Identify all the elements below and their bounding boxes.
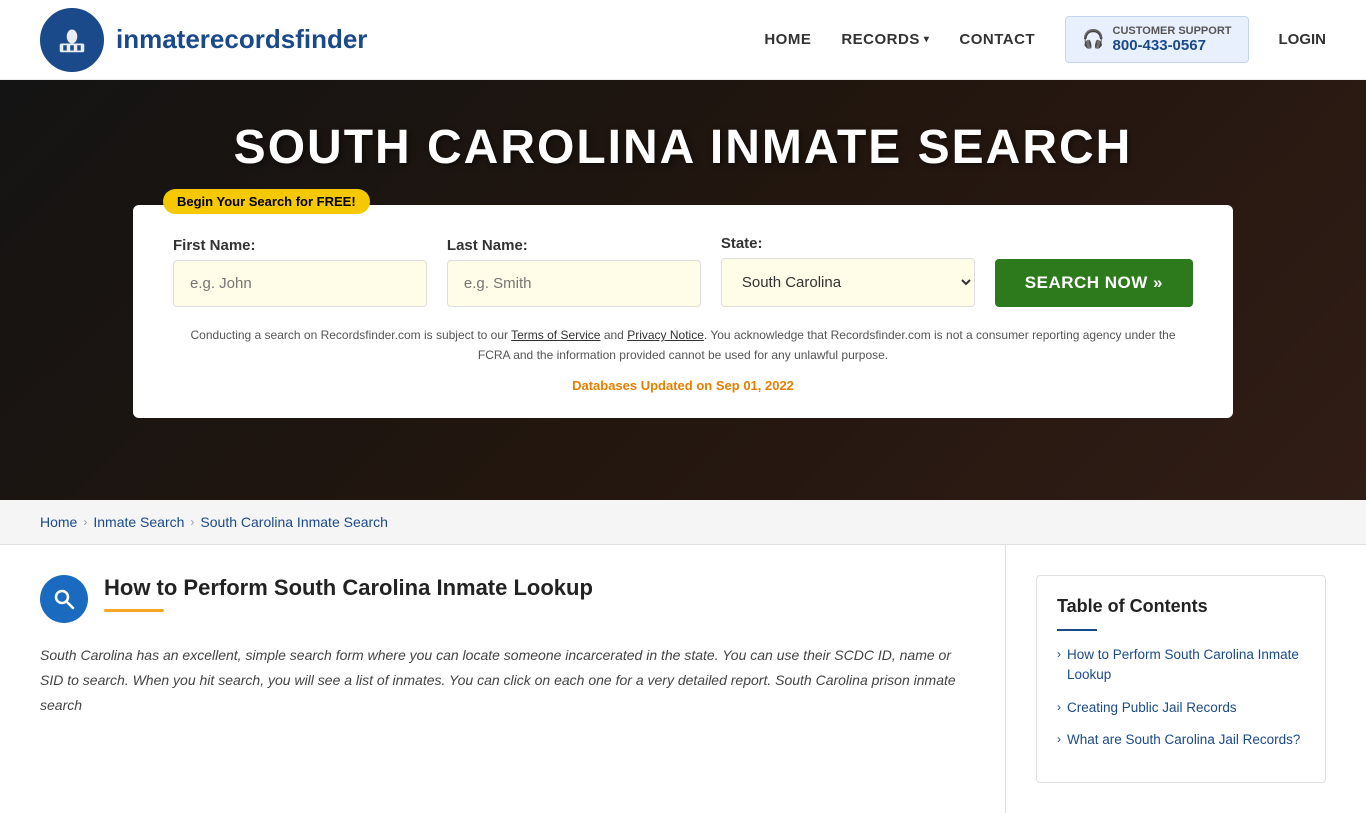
state-label: State: [721, 235, 975, 252]
nav-contact[interactable]: CONTACT [959, 31, 1035, 48]
article-body: South Carolina has an excellent, simple … [40, 643, 975, 719]
tos-link[interactable]: Terms of Service [511, 328, 600, 342]
toc-link-2[interactable]: Creating Public Jail Records [1067, 698, 1237, 718]
last-name-label: Last Name: [447, 237, 701, 254]
chevron-right-icon-3: › [1057, 732, 1061, 746]
search-form-row: First Name: Last Name: State: South Caro… [173, 235, 1193, 307]
article-title-block: How to Perform South Carolina Inmate Loo… [104, 575, 593, 612]
breadcrumb-inmate-search[interactable]: Inmate Search [93, 514, 184, 530]
article-header: How to Perform South Carolina Inmate Loo… [40, 575, 975, 623]
state-group: State: South Carolina Alabama Alaska Ari… [721, 235, 975, 307]
article-icon [40, 575, 88, 623]
toc-item-3: › What are South Carolina Jail Records? [1057, 730, 1305, 750]
first-name-input[interactable] [173, 260, 427, 307]
toc-item-2: › Creating Public Jail Records [1057, 698, 1305, 718]
breadcrumb-sep-2: › [190, 515, 194, 529]
headset-icon: 🎧 [1082, 29, 1104, 50]
hero-section: SOUTH CAROLINA INMATE SEARCH Begin Your … [0, 80, 1366, 500]
last-name-group: Last Name: [447, 237, 701, 307]
first-name-group: First Name: [173, 237, 427, 307]
login-button[interactable]: LOGIN [1279, 31, 1327, 48]
table-of-contents: Table of Contents › How to Perform South… [1036, 575, 1326, 783]
search-now-button[interactable]: SEARCH NOW » [995, 259, 1193, 307]
logo-area: inmaterecordsfinder [40, 8, 367, 72]
search-icon [52, 587, 76, 611]
breadcrumb-sep-1: › [83, 515, 87, 529]
main-content: How to Perform South Carolina Inmate Loo… [0, 545, 1366, 813]
hero-title: SOUTH CAROLINA INMATE SEARCH [234, 120, 1133, 175]
site-header: inmaterecordsfinder HOME RECORDS ▾ CONTA… [0, 0, 1366, 80]
customer-support-box: 🎧 CUSTOMER SUPPORT 800-433-0567 [1065, 16, 1248, 63]
last-name-input[interactable] [447, 260, 701, 307]
toc-link-1[interactable]: How to Perform South Carolina Inmate Loo… [1067, 645, 1305, 686]
chevron-right-icon: › [1057, 647, 1061, 661]
state-select[interactable]: South Carolina Alabama Alaska Arizona Ca… [721, 258, 975, 307]
logo-text: inmaterecordsfinder [116, 24, 367, 55]
chevron-right-icon-2: › [1057, 700, 1061, 714]
toc-link-3[interactable]: What are South Carolina Jail Records? [1067, 730, 1300, 750]
toc-section: Table of Contents › How to Perform South… [1006, 545, 1326, 813]
chevron-down-icon: ▾ [924, 34, 930, 45]
logo-icon [40, 8, 104, 72]
toc-divider [1057, 629, 1097, 631]
nav-home[interactable]: HOME [764, 31, 811, 48]
breadcrumb: Home › Inmate Search › South Carolina In… [0, 500, 1366, 545]
privacy-link[interactable]: Privacy Notice [627, 328, 704, 342]
first-name-label: First Name: [173, 237, 427, 254]
support-text-block: CUSTOMER SUPPORT 800-433-0567 [1113, 25, 1232, 54]
toc-item-1: › How to Perform South Carolina Inmate L… [1057, 645, 1305, 686]
article-title: How to Perform South Carolina Inmate Loo… [104, 575, 593, 601]
toc-title: Table of Contents [1057, 596, 1305, 617]
free-badge: Begin Your Search for FREE! [163, 189, 370, 214]
title-underline [104, 609, 164, 612]
article-section: How to Perform South Carolina Inmate Loo… [40, 545, 1006, 813]
main-nav: HOME RECORDS ▾ CONTACT 🎧 CUSTOMER SUPPOR… [764, 16, 1326, 63]
disclaimer-text: Conducting a search on Recordsfinder.com… [173, 325, 1193, 366]
breadcrumb-home[interactable]: Home [40, 514, 77, 530]
breadcrumb-current: South Carolina Inmate Search [200, 514, 388, 530]
search-card: Begin Your Search for FREE! First Name: … [133, 205, 1233, 418]
nav-records[interactable]: RECORDS ▾ [841, 31, 929, 48]
db-update-text: Databases Updated on Sep 01, 2022 [173, 378, 1193, 393]
